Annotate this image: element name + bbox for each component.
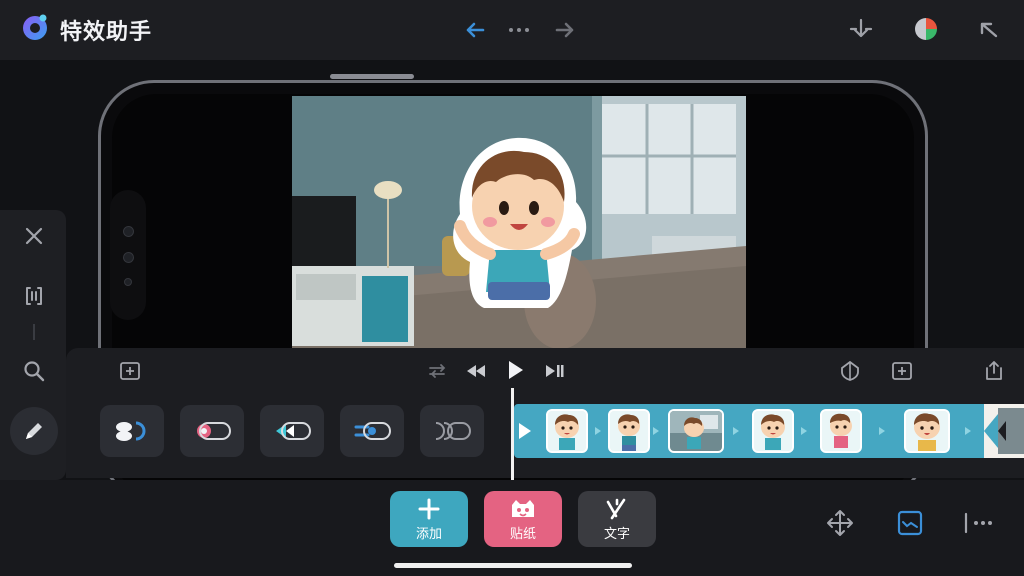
- outline-fade-effect-icon: [430, 417, 474, 445]
- keyframe-add-icon[interactable]: [888, 358, 916, 384]
- clip-thumbnail[interactable]: [820, 409, 862, 453]
- boy-sticker[interactable]: [446, 132, 592, 312]
- clip-thumbnail[interactable]: [608, 409, 650, 453]
- chart-view-icon[interactable]: [894, 508, 926, 538]
- pencil-icon: [22, 419, 46, 443]
- text-icon: [604, 497, 630, 521]
- undo-arrow-icon[interactable]: [462, 18, 488, 42]
- camera-lens-icon: [123, 252, 134, 263]
- rewind-icon[interactable]: [462, 358, 490, 384]
- effect-chip-3[interactable]: [260, 405, 324, 457]
- chevron-right-icon: [964, 426, 972, 436]
- sticker-button-label: 贴纸: [509, 525, 536, 541]
- plus-icon: [417, 497, 441, 521]
- phone-speaker: [330, 74, 414, 79]
- transition-effect-icon: [110, 417, 154, 445]
- track-start-marker-icon: [518, 422, 532, 440]
- play-icon[interactable]: [501, 356, 529, 384]
- more-menu-icon[interactable]: [960, 508, 996, 538]
- redo-arrow-icon[interactable]: [552, 18, 578, 42]
- timeline-playhead[interactable]: [511, 388, 514, 480]
- search-icon[interactable]: [20, 357, 48, 385]
- clip-thumbnail-partial[interactable]: [984, 404, 1024, 458]
- blue-push-effect-icon: [350, 417, 394, 445]
- clip-thumbnail[interactable]: [752, 409, 794, 453]
- chevron-right-icon: [594, 426, 602, 436]
- camera-sensor-icon: [124, 278, 132, 286]
- text-button[interactable]: 文字: [578, 491, 656, 547]
- theme-palette-icon[interactable]: [910, 14, 942, 44]
- sticker-button[interactable]: 贴纸: [484, 491, 562, 547]
- split-clip-icon[interactable]: [20, 282, 48, 310]
- chevron-right-icon: [800, 426, 808, 436]
- clip-thumbnail[interactable]: [546, 409, 588, 453]
- effect-chip-5[interactable]: [420, 405, 484, 457]
- chevron-right-icon: [652, 426, 660, 436]
- pink-slide-effect-icon: [190, 417, 234, 445]
- add-button-label: 添加: [415, 525, 442, 541]
- add-button[interactable]: 添加: [390, 491, 468, 547]
- clip-thumbnail[interactable]: [904, 409, 950, 453]
- effect-chip-1[interactable]: [100, 405, 164, 457]
- text-button-label: 文字: [603, 525, 630, 541]
- loop-icon[interactable]: [424, 358, 452, 384]
- next-frame-icon[interactable]: [540, 358, 568, 384]
- camera-lens-icon: [123, 226, 134, 237]
- sticker-icon: [508, 497, 538, 521]
- cyan-wipe-effect-icon: [270, 417, 314, 445]
- close-icon[interactable]: [20, 222, 48, 250]
- rail-divider: [33, 324, 35, 340]
- export-share-icon[interactable]: [980, 358, 1008, 384]
- phone-camera-module: [110, 190, 146, 320]
- add-keyframe-icon[interactable]: [116, 358, 144, 384]
- download-icon[interactable]: [846, 16, 876, 44]
- app-title: 特效助手: [60, 19, 153, 44]
- app-logo-icon: [20, 12, 50, 42]
- chevron-right-icon: [732, 426, 740, 436]
- clip-thumbnail[interactable]: [668, 409, 724, 453]
- effect-chip-4[interactable]: [340, 405, 404, 457]
- chevron-right-icon: [878, 426, 886, 436]
- move-arrows-icon[interactable]: [824, 508, 856, 538]
- effect-chip-2[interactable]: [180, 405, 244, 457]
- mask-shield-icon[interactable]: [836, 358, 864, 384]
- back-exit-icon[interactable]: [972, 16, 1002, 44]
- more-dots-icon[interactable]: [506, 18, 532, 42]
- home-indicator[interactable]: [394, 563, 632, 568]
- edit-pencil-button[interactable]: [10, 407, 58, 455]
